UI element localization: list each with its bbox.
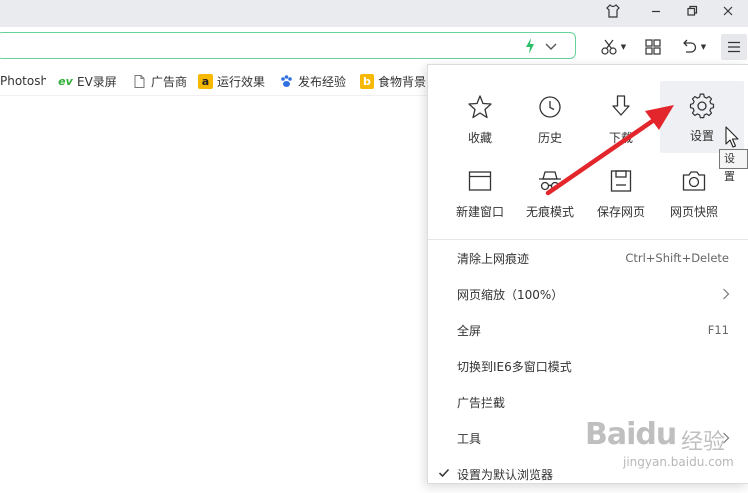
bookmark-label: EV录屏 bbox=[77, 74, 117, 89]
mouse-cursor-icon bbox=[725, 126, 739, 148]
bookmark-label: Photosh bbox=[0, 74, 46, 88]
menu-item-adblock[interactable]: 广告拦截 bbox=[428, 385, 748, 421]
close-icon bbox=[723, 6, 733, 16]
watermark-text: 经验 bbox=[681, 430, 726, 455]
menu-item-label: 切换到IE6多窗口模式 bbox=[457, 360, 572, 374]
bookmark-item[interactable]: ev EV录屏 bbox=[58, 72, 120, 90]
watermark-logo: Baidu bbox=[585, 417, 677, 452]
menu-tile-download[interactable]: 下载 bbox=[577, 82, 665, 148]
bookmark-label: 食物背景 bbox=[377, 74, 426, 89]
settings-tooltip: 设置 bbox=[719, 149, 748, 183]
menu-item-clear-history[interactable]: 清除上网痕迹 Ctrl+Shift+Delete bbox=[428, 241, 748, 277]
close-button[interactable] bbox=[713, 0, 743, 22]
skin-button[interactable] bbox=[598, 0, 628, 22]
restore-button[interactable] bbox=[677, 0, 707, 22]
apps-button[interactable] bbox=[640, 34, 666, 60]
menu-item-label: 网页缩放（100%） bbox=[457, 288, 564, 302]
screenshot-tool-button[interactable]: ▼ bbox=[597, 34, 629, 60]
main-menu-button[interactable] bbox=[721, 34, 747, 60]
bookmark-item[interactable]: a 运行效果 bbox=[198, 72, 270, 90]
tile-label: 下载 bbox=[608, 131, 633, 145]
star-icon bbox=[468, 95, 492, 119]
bookmark-item[interactable]: b 食物背景 bbox=[360, 72, 426, 90]
hamburger-icon bbox=[728, 41, 740, 53]
menu-item-label: 清除上网痕迹 bbox=[457, 252, 530, 266]
camera-icon bbox=[682, 171, 706, 191]
undo-close-tab-button[interactable]: ▼ bbox=[676, 34, 710, 60]
scissors-icon bbox=[601, 39, 617, 55]
bookmark-item[interactable]: 发布经验 bbox=[279, 72, 351, 90]
window-icon bbox=[468, 171, 492, 191]
bookmark-label: 广告商 bbox=[151, 74, 188, 89]
bookmark-item[interactable]: 广告商 bbox=[132, 72, 190, 90]
incognito-icon bbox=[539, 171, 561, 191]
address-bar[interactable] bbox=[0, 32, 576, 59]
menu-item-shortcut: Ctrl+Shift+Delete bbox=[625, 251, 729, 265]
menu-item-label: 全屏 bbox=[457, 324, 482, 338]
menu-item-zoom[interactable]: 网页缩放（100%） bbox=[428, 277, 748, 313]
menu-item-label: 工具 bbox=[457, 432, 482, 446]
page-icon bbox=[134, 74, 145, 88]
shirt-icon bbox=[606, 4, 620, 18]
paw-icon bbox=[281, 74, 292, 87]
gear-icon bbox=[689, 93, 715, 119]
check-icon bbox=[438, 468, 450, 478]
watermark-url: jingyan.baidu.com bbox=[623, 455, 734, 469]
menu-item-shortcut: F11 bbox=[707, 323, 729, 337]
restore-icon bbox=[687, 5, 698, 16]
bookmark-label: 发布经验 bbox=[298, 74, 347, 89]
bookmark-item[interactable]: Photosh bbox=[0, 72, 46, 90]
menu-item-fullscreen[interactable]: 全屏 F11 bbox=[428, 313, 748, 349]
save-icon bbox=[610, 170, 632, 192]
title-bar bbox=[0, 0, 748, 27]
download-icon bbox=[612, 95, 630, 116]
menu-item-label: 广告拦截 bbox=[457, 396, 506, 410]
toolbar bbox=[0, 27, 748, 67]
a-icon: a bbox=[198, 73, 213, 89]
clock-icon bbox=[539, 96, 561, 118]
minimize-button[interactable] bbox=[641, 0, 671, 22]
grid-icon bbox=[645, 39, 661, 55]
tile-label: 网页快照 bbox=[669, 205, 718, 219]
menu-item-ie6-mode[interactable]: 切换到IE6多窗口模式 bbox=[428, 349, 748, 385]
menu-divider bbox=[428, 239, 748, 240]
ev-icon: ev bbox=[58, 74, 73, 88]
chevron-down-icon[interactable] bbox=[543, 38, 559, 54]
b-icon: b bbox=[360, 73, 374, 89]
chevron-right-icon bbox=[723, 288, 730, 300]
bolt-icon[interactable] bbox=[523, 37, 537, 55]
baidu-watermark: Baidu 经验 jingyan.baidu.com bbox=[585, 417, 745, 475]
minimize-icon bbox=[652, 10, 660, 13]
caret-down-icon: ▼ bbox=[700, 43, 707, 51]
caret-down-icon: ▼ bbox=[620, 43, 627, 51]
bookmark-label: 运行效果 bbox=[217, 74, 266, 89]
menu-item-label: 设置为默认浏览器 bbox=[457, 468, 554, 482]
undo-icon bbox=[682, 39, 696, 53]
